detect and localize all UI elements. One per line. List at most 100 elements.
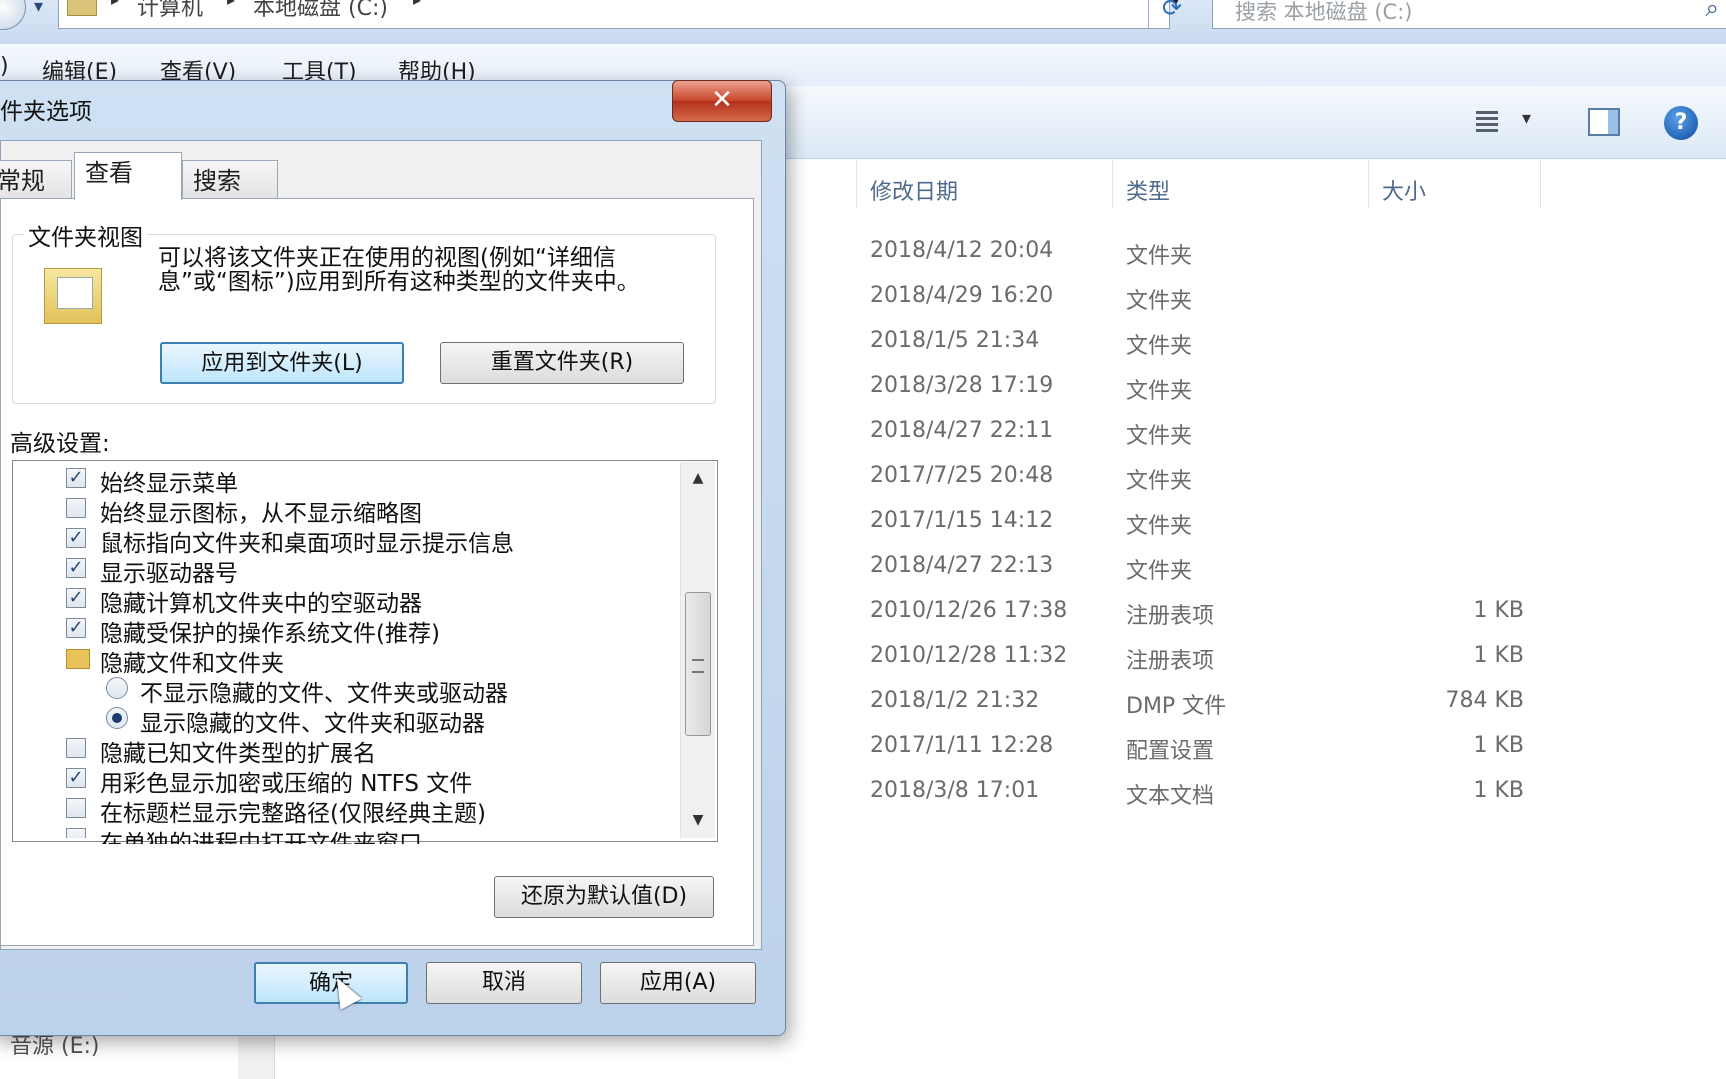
option-checkbox[interactable]: ✓ [66, 528, 86, 548]
search-icon[interactable]: ⌕ [1706, 0, 1719, 22]
dialog-title: 件夹选项 [0, 99, 92, 125]
column-header-date[interactable]: 修改日期 [870, 174, 958, 206]
views-dropdown-icon[interactable]: ▾ [1522, 108, 1531, 129]
advanced-settings-scrollbar[interactable]: ▲ ▼ [680, 462, 715, 838]
file-row-size[interactable]: 784 KB [1384, 688, 1524, 713]
option-label[interactable]: 显示驱动器号 [100, 554, 238, 588]
file-row-type[interactable]: 文件夹 [1126, 553, 1192, 585]
option-label[interactable]: 在标题栏显示完整路径(仅限经典主题) [100, 794, 486, 828]
cancel-button[interactable]: 取消 [426, 962, 582, 1004]
file-row-size[interactable]: 1 KB [1384, 643, 1524, 668]
column-header-type[interactable]: 类型 [1126, 174, 1170, 206]
option-label[interactable]: 始终显示图标，从不显示缩略图 [100, 494, 422, 528]
column-divider[interactable] [1112, 158, 1113, 208]
recent-pages-dropdown-icon[interactable]: ▾ [34, 0, 43, 17]
tab-view-label: 查看 [85, 159, 133, 187]
reset-folders-button[interactable]: 重置文件夹(R) [440, 342, 684, 384]
tab-search[interactable]: 搜索 [182, 160, 278, 200]
option-label[interactable]: 始终显示菜单 [100, 464, 238, 498]
folder-icon [66, 649, 90, 669]
menu-item-fragment[interactable]: ) [0, 54, 9, 79]
scroll-grip-icon [692, 659, 704, 673]
option-checkbox[interactable] [66, 498, 86, 518]
folder-views-label: 文件夹视图 [24, 218, 147, 252]
column-divider[interactable] [856, 158, 857, 208]
scroll-up-icon[interactable]: ▲ [681, 470, 715, 486]
apply-button[interactable]: 应用(A) [600, 962, 756, 1004]
option-checkbox[interactable]: ✓ [66, 768, 86, 788]
search-input[interactable]: 搜索 本地磁盘 (C:) ⌕ [1212, 0, 1726, 29]
option-checkbox[interactable]: ✓ [66, 588, 86, 608]
option-checkbox[interactable]: ✓ [66, 468, 86, 488]
back-button[interactable] [0, 0, 26, 30]
scroll-down-icon[interactable]: ▼ [681, 812, 715, 828]
file-row-size[interactable]: 1 KB [1384, 598, 1524, 623]
file-row-date[interactable]: 2018/1/5 21:34 [870, 328, 1039, 353]
file-row-type[interactable]: 文件夹 [1126, 508, 1192, 540]
option-checkbox[interactable] [66, 738, 86, 758]
advanced-settings-label: 高级设置: [10, 431, 110, 457]
option-checkbox[interactable] [66, 798, 86, 818]
command-bar [700, 86, 1726, 159]
file-row-type[interactable]: 文件夹 [1126, 463, 1192, 495]
file-row-date[interactable]: 2017/1/11 12:28 [870, 733, 1053, 758]
file-row-type[interactable]: 文件夹 [1126, 283, 1192, 315]
column-divider[interactable] [1368, 158, 1369, 208]
help-icon[interactable]: ? [1664, 106, 1698, 140]
file-row-type[interactable]: 文本文档 [1126, 778, 1214, 810]
tab-search-label: 搜索 [193, 167, 241, 195]
file-row-type[interactable]: 文件夹 [1126, 373, 1192, 405]
views-icon[interactable] [1468, 108, 1498, 134]
computer-icon [67, 0, 97, 16]
file-row-date[interactable]: 2017/1/15 14:12 [870, 508, 1053, 533]
refresh-icon[interactable]: ⟳ [1148, 0, 1195, 28]
file-row-date[interactable]: 2018/4/27 22:11 [870, 418, 1053, 443]
file-row-date[interactable]: 2010/12/28 11:32 [870, 643, 1067, 668]
apply-to-folders-button[interactable]: 应用到文件夹(L) [160, 342, 404, 384]
file-row-date[interactable]: 2018/3/28 17:19 [870, 373, 1053, 398]
file-row-type[interactable]: DMP 文件 [1126, 688, 1226, 720]
scroll-thumb[interactable] [685, 592, 711, 736]
preview-pane-icon[interactable] [1588, 108, 1620, 136]
close-button[interactable]: ✕ [672, 80, 772, 122]
breadcrumb-separator-icon: ▸ [413, 0, 421, 9]
option-label[interactable]: 隐藏受保护的操作系统文件(推荐) [100, 614, 440, 648]
option-checkbox[interactable]: ✓ [66, 558, 86, 578]
tab-view[interactable]: 查看 [74, 152, 182, 200]
file-row-type[interactable]: 配置设置 [1126, 733, 1214, 765]
file-row-type[interactable]: 文件夹 [1126, 418, 1192, 450]
option-label[interactable]: 鼠标指向文件夹和桌面项时显示提示信息 [100, 524, 514, 558]
breadcrumb-computer[interactable]: 计算机 [137, 0, 203, 22]
option-checkbox[interactable]: ✓ [66, 618, 86, 638]
file-row-type[interactable]: 文件夹 [1126, 238, 1192, 270]
file-row-date[interactable]: 2018/3/8 17:01 [870, 778, 1039, 803]
file-row-date[interactable]: 2010/12/26 17:38 [870, 598, 1067, 623]
tab-general[interactable]: 常规 [0, 160, 72, 200]
breadcrumb-separator-icon: ▸ [227, 0, 235, 9]
option-label[interactable]: 显示隐藏的文件、文件夹和驱动器 [140, 704, 485, 738]
folder-views-description: 可以将该文件夹正在使用的视图(例如“详细信息”或“图标”)应用到所有这种类型的文… [158, 245, 640, 295]
file-row-date[interactable]: 2018/4/29 16:20 [870, 283, 1053, 308]
breadcrumb-drive[interactable]: 本地磁盘 (C:) [253, 0, 388, 22]
file-row-type[interactable]: 注册表项 [1126, 643, 1214, 675]
option-label[interactable]: 隐藏文件和文件夹 [100, 644, 284, 678]
option-label[interactable]: 隐藏计算机文件夹中的空驱动器 [100, 584, 422, 618]
option-label[interactable]: 隐藏已知文件类型的扩展名 [100, 734, 376, 768]
file-row-type[interactable]: 注册表项 [1126, 598, 1214, 630]
file-row-type[interactable]: 文件夹 [1126, 328, 1192, 360]
option-radio[interactable] [106, 707, 128, 729]
restore-defaults-button[interactable]: 还原为默认值(D) [494, 876, 714, 918]
file-row-date[interactable]: 2018/4/27 22:13 [870, 553, 1053, 578]
option-radio[interactable] [106, 677, 128, 699]
file-row-size[interactable]: 1 KB [1384, 778, 1524, 803]
file-row-date[interactable]: 2017/7/25 20:48 [870, 463, 1053, 488]
option-label[interactable]: 不显示隐藏的文件、文件夹或驱动器 [140, 674, 508, 708]
option-label[interactable]: 用彩色显示加密或压缩的 NTFS 文件 [100, 764, 472, 798]
file-row-size[interactable]: 1 KB [1384, 733, 1524, 758]
column-divider[interactable] [1540, 158, 1541, 208]
file-row-date[interactable]: 2018/4/12 20:04 [870, 238, 1053, 263]
file-row-date[interactable]: 2018/1/2 21:32 [870, 688, 1039, 713]
address-box[interactable]: ▸ 计算机 ▸ 本地磁盘 (C:) ▸ ▾ [58, 0, 1180, 29]
search-placeholder: 搜索 本地磁盘 (C:) [1235, 0, 1413, 24]
column-header-size[interactable]: 大小 [1382, 174, 1426, 206]
